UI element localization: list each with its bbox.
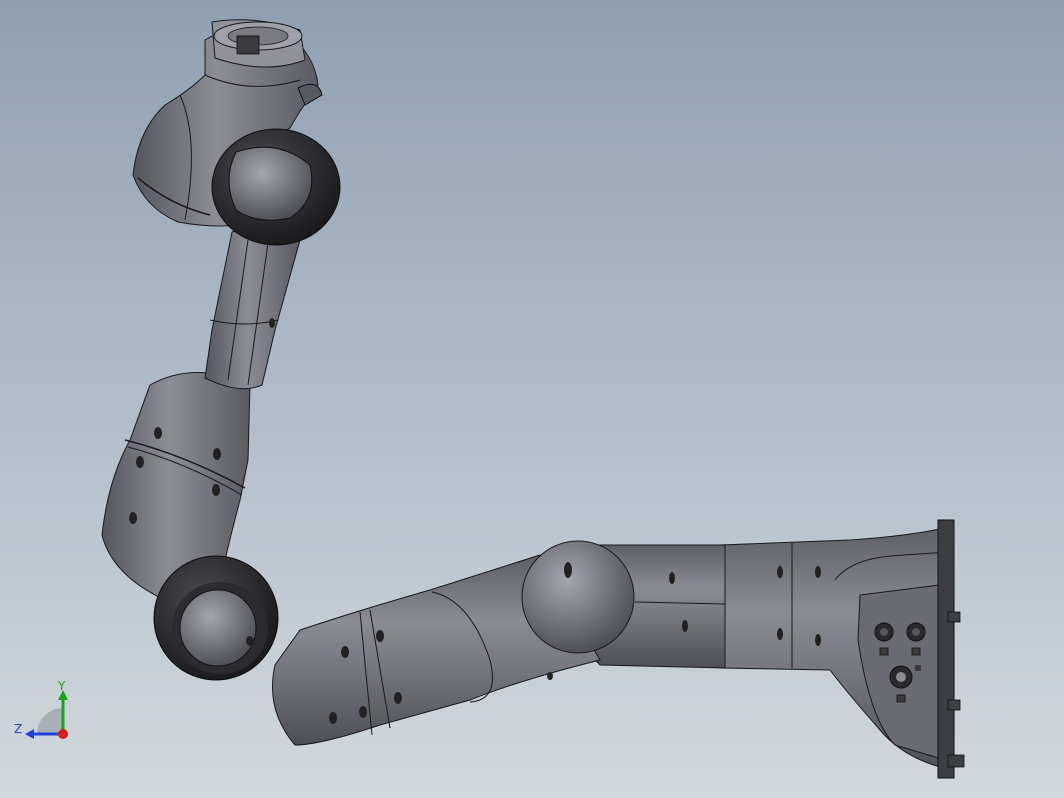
robot-wrist-joint[interactable] (211, 128, 341, 246)
triad-z-label: Z (14, 722, 23, 736)
view-triad: Y Z (14, 676, 84, 746)
graphics-viewport[interactable]: Y Z (0, 0, 1064, 798)
robot-wrist-tube-link[interactable] (204, 226, 301, 390)
robot-arm-model[interactable] (0, 0, 1064, 798)
robot-shoulder-joint[interactable] (521, 540, 635, 654)
robot-elbow-joint[interactable] (153, 555, 279, 681)
z-axis-arrow (25, 729, 34, 739)
triad-quadrant-shade (37, 708, 63, 734)
x-axis-dot (58, 729, 68, 739)
triad-y-label: Y (58, 679, 66, 693)
robot-base-link[interactable] (719, 519, 965, 779)
